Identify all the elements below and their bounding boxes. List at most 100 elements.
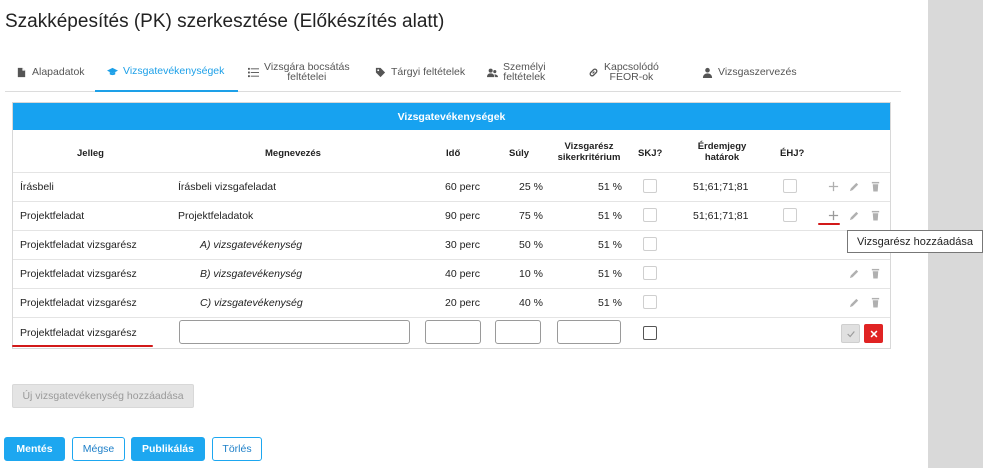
col-header-kriterium: Vizsgarész sikerkritérium	[557, 141, 621, 163]
tab-targyi-feltetelek[interactable]: Tárgyi feltételek	[375, 52, 473, 92]
trash-icon	[871, 181, 879, 192]
check-icon	[846, 330, 855, 337]
document-icon	[17, 67, 26, 77]
delete-button[interactable]: Törlés	[212, 437, 262, 461]
ehj-checkbox[interactable]	[783, 179, 797, 193]
add-subpart-button[interactable]	[827, 209, 839, 221]
tab-vizsgatevekenysegek[interactable]: Vizsgatevékenységek	[95, 52, 238, 92]
cell-jelleg: Projektfeladat vizsgarész	[20, 297, 137, 309]
skj-checkbox[interactable]	[643, 237, 657, 251]
tab-label: Tárgyi feltételek	[391, 66, 466, 78]
cell-megnevezes: C) vizsgatevékenység	[200, 297, 303, 309]
plus-icon	[828, 210, 838, 220]
pencil-icon	[849, 269, 858, 278]
cell-megnevezes: A) vizsgatevékenység	[200, 239, 303, 251]
cell-suly: 10 %	[519, 268, 543, 280]
tab-alapadatok[interactable]: Alapadatok	[16, 52, 98, 92]
delete-row-button[interactable]	[869, 267, 881, 279]
cell-jelleg: Projektfeladat vizsgarész	[20, 239, 137, 251]
delete-row-button[interactable]	[869, 209, 881, 221]
ehj-checkbox[interactable]	[783, 208, 797, 222]
plus-icon	[828, 181, 838, 191]
tab-vizsgara-bocsatas[interactable]: Vizsgára bocsátás feltételei	[248, 52, 363, 92]
page-title: Szakképesítés (PK) szerkesztése (Előkész…	[5, 11, 445, 32]
confirm-row-button[interactable]	[841, 324, 860, 343]
cancel-row-button[interactable]	[864, 324, 883, 343]
edit-button[interactable]	[848, 180, 860, 192]
tab-kapcsolodo-feor[interactable]: Kapcsolódó FEOR-ok	[588, 52, 686, 92]
skj-checkbox[interactable]	[643, 326, 657, 340]
cell-kriterium: 51 %	[598, 181, 622, 193]
col-header-suly: Súly	[509, 148, 530, 159]
cell-ido: 60 perc	[445, 181, 481, 193]
highlight-underline-new-row	[12, 345, 153, 347]
kriterium-input[interactable]	[557, 320, 621, 344]
cancel-button[interactable]: Mégse	[72, 437, 125, 461]
cell-erdemjegy: 51;61;71;81	[693, 210, 749, 222]
edit-button[interactable]	[848, 296, 860, 308]
cell-erdemjegy: 51;61;71;81	[693, 181, 749, 193]
pencil-icon	[849, 211, 858, 220]
link-icon	[589, 68, 598, 76]
trash-icon	[871, 297, 879, 308]
skj-checkbox[interactable]	[643, 295, 657, 309]
save-button[interactable]: Mentés	[4, 437, 65, 461]
cell-ido: 30 perc	[445, 239, 481, 251]
col-header-skj: SKJ?	[638, 148, 663, 159]
col-header-erdemjegy: Érdemjegy határok	[697, 141, 747, 163]
users-icon	[487, 68, 498, 77]
skj-checkbox[interactable]	[643, 179, 657, 193]
user-icon	[702, 67, 713, 78]
cell-megnevezes: Projektfeladatok	[178, 210, 254, 222]
cell-ido: 20 perc	[445, 297, 481, 309]
tab-label: Vizsgatevékenységek	[123, 65, 225, 77]
ido-input[interactable]	[425, 320, 481, 344]
cell-kriterium: 51 %	[598, 297, 622, 309]
new-row-jelleg: Projektfeladat vizsgarész	[20, 327, 137, 339]
cell-jelleg: Projektfeladat	[20, 210, 85, 222]
graduation-cap-icon	[107, 67, 118, 75]
cell-megnevezes: Írásbeli vizsgafeladat	[178, 181, 277, 193]
pencil-icon	[849, 298, 858, 307]
panel-title: Vizsgatevékenységek	[13, 103, 890, 130]
suly-input[interactable]	[495, 320, 541, 344]
delete-row-button[interactable]	[869, 180, 881, 192]
tab-label: Kapcsolódó FEOR-ok	[604, 61, 659, 83]
add-exam-activity-button[interactable]: Új vizsgatevékenység hozzáadása	[12, 384, 194, 408]
col-header-jelleg: Jelleg	[77, 148, 104, 159]
megnevezes-input[interactable]	[179, 320, 410, 344]
cell-jelleg: Írásbeli	[20, 181, 54, 193]
cell-ido: 90 perc	[445, 210, 481, 222]
pencil-icon	[849, 182, 858, 191]
exam-activities-panel: Vizsgatevékenységek Jelleg Megnevezés Id…	[12, 102, 891, 349]
trash-icon	[871, 268, 879, 279]
tooltip: Vizsgarész hozzáadása	[847, 230, 983, 253]
cell-suly: 50 %	[519, 239, 543, 251]
delete-row-button[interactable]	[869, 296, 881, 308]
tag-icon	[375, 67, 386, 77]
col-header-ido: Idő	[446, 148, 461, 159]
tab-vizsgaszervezes[interactable]: Vizsgaszervezés	[702, 52, 812, 92]
add-subpart-button[interactable]	[827, 180, 839, 192]
tab-label: Személyi feltételek	[503, 61, 546, 83]
skj-checkbox[interactable]	[643, 266, 657, 280]
cell-suly: 40 %	[519, 297, 543, 309]
cell-suly: 25 %	[519, 181, 543, 193]
list-icon	[248, 67, 259, 77]
edit-button[interactable]	[848, 267, 860, 279]
cell-kriterium: 51 %	[598, 239, 622, 251]
publish-button[interactable]: Publikálás	[131, 437, 205, 461]
col-header-megnevezes: Megnevezés	[265, 148, 321, 159]
tab-label: Vizsgára bocsátás feltételei	[264, 61, 350, 83]
tab-label: Vizsgaszervezés	[718, 66, 797, 78]
cell-megnevezes: B) vizsgatevékenység	[200, 268, 303, 280]
cell-kriterium: 51 %	[598, 268, 622, 280]
close-icon	[870, 330, 877, 337]
cell-suly: 75 %	[519, 210, 543, 222]
skj-checkbox[interactable]	[643, 208, 657, 222]
tab-szemelyi-feltetelek[interactable]: Személyi feltételek	[487, 52, 567, 92]
edit-button[interactable]	[848, 209, 860, 221]
cell-ido: 40 perc	[445, 268, 481, 280]
col-header-ehj: ÉHJ?	[780, 148, 805, 159]
trash-icon	[871, 210, 879, 221]
